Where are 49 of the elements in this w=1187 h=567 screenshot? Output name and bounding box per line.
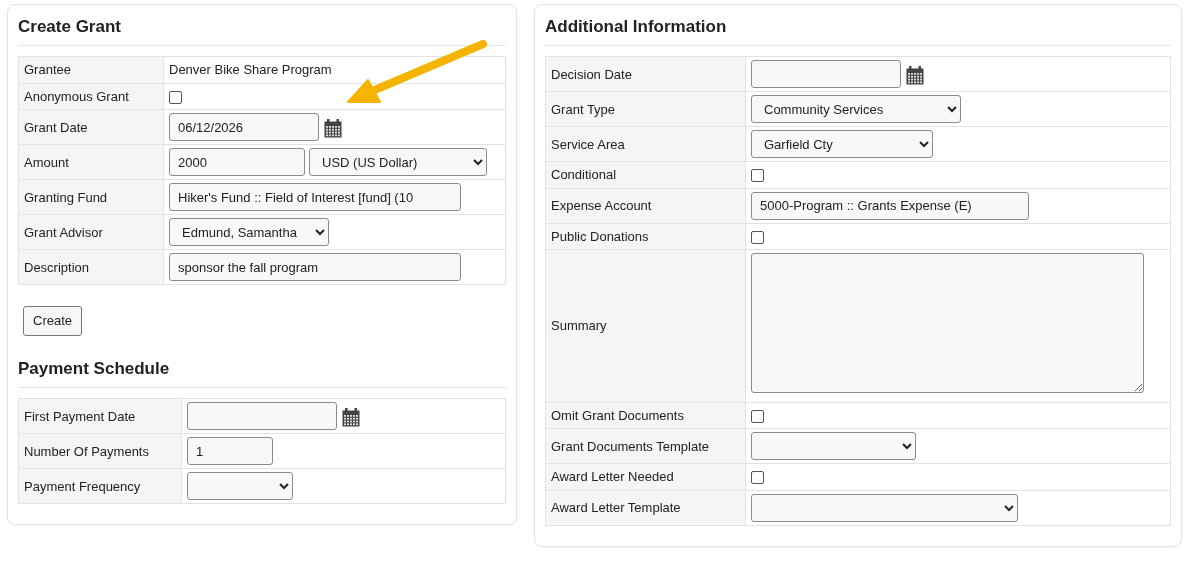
field-label: First Payment Date — [18, 398, 182, 434]
field-label: Summary — [545, 249, 746, 403]
field-label: Number Of Payments — [18, 433, 182, 469]
create-button[interactable]: Create — [23, 306, 83, 336]
field-label: Amount — [18, 144, 164, 180]
checkbox[interactable] — [751, 169, 764, 183]
date-field[interactable] — [751, 60, 901, 89]
field-label: Omit Grant Documents — [545, 402, 746, 429]
field-label: Decision Date — [545, 56, 746, 92]
input-field[interactable]: Hiker's Fund :: Field of Interest [fund] (10 — [169, 183, 461, 212]
field-label: Service Area — [545, 126, 746, 162]
field-label: Granting Fund — [18, 179, 164, 215]
field-label: Grant Advisor — [18, 214, 164, 250]
calendar-icon[interactable] — [342, 407, 360, 427]
field-label: Anonymous Grant — [18, 83, 164, 110]
dropdown[interactable]: Edmund, Samantha — [169, 218, 329, 247]
field-label: Expense Account — [545, 188, 746, 224]
input-field[interactable]: 1 — [187, 437, 273, 466]
field-label: Award Letter Template — [545, 490, 746, 526]
dropdown[interactable] — [187, 472, 293, 501]
section-title: Additional Information — [545, 15, 1171, 47]
field-label: Award Letter Needed — [545, 463, 746, 491]
field-label: Description — [18, 249, 164, 285]
field-label: Conditional — [545, 161, 746, 189]
input-field[interactable]: 5000-Program :: Grants Expense (E) — [751, 191, 1029, 220]
calendar-icon[interactable] — [324, 118, 342, 138]
dropdown[interactable]: Garfield Cty — [751, 130, 933, 159]
checkbox[interactable] — [751, 471, 764, 485]
calendar-icon[interactable] — [906, 65, 924, 85]
date-field[interactable] — [187, 402, 337, 431]
field-label: Payment Frequency — [18, 468, 182, 504]
input-field[interactable]: sponsor the fall program — [169, 253, 461, 282]
field-label: Grant Type — [545, 91, 746, 127]
field-label: Grant Date — [18, 109, 164, 145]
currency-dropdown[interactable]: USD (US Dollar) — [309, 148, 487, 177]
dropdown[interactable] — [751, 432, 916, 461]
amount-field[interactable]: 2000 — [169, 148, 305, 177]
date-field[interactable]: 06/12/2026 — [169, 113, 319, 142]
dropdown[interactable] — [751, 493, 1018, 522]
field-label: Public Donations — [545, 223, 746, 250]
checkbox[interactable] — [751, 409, 764, 423]
field-label: Grant Documents Template — [545, 428, 746, 464]
section-title: Create Grant — [18, 15, 506, 47]
dropdown[interactable]: Community Services — [751, 95, 961, 124]
section-title: Payment Schedule — [18, 356, 506, 389]
checkbox[interactable] — [169, 90, 182, 104]
field-label: Grantee — [18, 56, 164, 84]
checkbox[interactable] — [751, 230, 764, 244]
field-value: Denver Bike Share Program — [169, 62, 332, 78]
